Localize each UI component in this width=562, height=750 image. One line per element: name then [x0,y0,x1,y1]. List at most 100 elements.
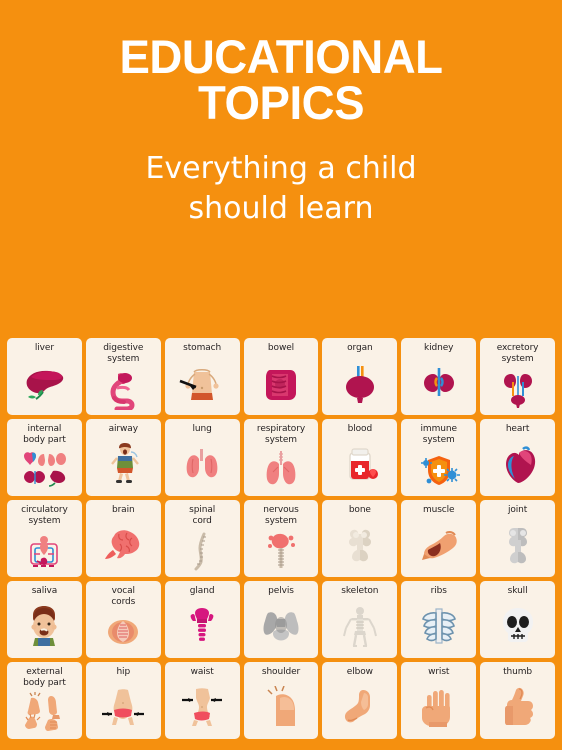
topic-card[interactable]: waist [164,662,240,739]
subtitle-line-1: Everything a child [145,151,417,187]
topic-card-label: immune system [420,424,457,445]
immune-system-icon [401,445,476,496]
blood-icon [322,435,397,496]
topic-card[interactable]: shoulder [243,662,319,739]
topic-card-label: heart [505,424,530,434]
topic-card[interactable]: hip [85,662,161,739]
topic-card[interactable]: spinal cord [164,500,240,577]
topic-card-label: waist [190,667,214,677]
topic-card[interactable]: organ [322,338,398,415]
joint-icon [480,516,555,577]
topic-card-label: saliva [31,586,58,596]
topic-card-label: nervous system [263,505,299,526]
saliva-icon [7,597,82,658]
muscle-icon [401,516,476,577]
topic-card-label: organ [347,343,373,353]
topic-card-label: shoulder [261,667,301,677]
topic-card[interactable]: pelvis [243,581,319,658]
kidney-icon [401,354,476,415]
topic-card[interactable]: gland [164,581,240,658]
respiratory-system-icon [244,445,319,496]
topic-card-label: gland [189,586,215,596]
topic-card[interactable]: external body part [7,662,82,739]
lung-icon [165,435,240,496]
topic-card-label: internal body part [23,424,66,445]
bowel-icon [244,354,319,415]
excretory-system-icon [480,364,555,415]
topic-card-label: circulatory system [21,505,68,526]
topic-card[interactable]: blood [322,419,398,496]
topic-card-label: brain [111,505,135,515]
topic-card-grid: liver digestive system stomach bowel organ ki… [7,338,555,739]
pelvis-icon [244,597,319,658]
ribs-icon [401,597,476,658]
topic-card[interactable]: skull [480,581,555,658]
topic-card[interactable]: saliva [7,581,82,658]
topic-card-label: skull [507,586,528,596]
topic-card-label: liver [34,343,54,353]
digestive-system-icon [86,364,161,415]
topic-card[interactable]: immune system [401,419,477,496]
topic-card[interactable]: wrist [401,662,477,739]
external-body-part-icon [7,688,82,739]
topic-card[interactable]: vocal cords [85,581,161,658]
circulatory-system-icon [7,526,82,577]
skeleton-icon [322,597,397,658]
topic-card-label: bone [348,505,371,515]
organ-bladder-icon [322,354,397,415]
topic-card[interactable]: ribs [401,581,477,658]
topic-card-label: thumb [503,667,533,677]
skull-icon [480,597,555,658]
topic-card[interactable]: stomach [164,338,240,415]
topic-card-label: kidney [424,343,454,353]
title-line-2: TOPICS [198,75,364,129]
topic-card-label: wrist [428,667,450,677]
topic-card[interactable]: elbow [322,662,398,739]
airway-icon [86,435,161,496]
subtitle-line-2: should learn [188,191,374,227]
educational-topics-poster: EDUCATIONAL TOPICS Everything a child sh… [0,0,562,750]
topic-card[interactable]: heart [480,419,555,496]
shoulder-icon [244,678,319,739]
topic-card[interactable]: bowel [243,338,319,415]
topic-card[interactable]: joint [480,500,555,577]
topic-card-label: ribs [430,586,447,596]
topic-card-label: pelvis [268,586,294,596]
topic-card[interactable]: brain [85,500,161,577]
topic-card[interactable]: liver [7,338,82,415]
brain-icon [86,516,161,577]
topic-card[interactable]: airway [85,419,161,496]
page-subtitle: Everything a child should learn [0,149,562,229]
topic-card[interactable]: bone [322,500,398,577]
topic-card[interactable]: lung [164,419,240,496]
topic-card-label: vocal cords [111,586,136,607]
topic-card-label: stomach [183,343,222,353]
topic-card-label: bowel [267,343,295,353]
internal-body-part-icon [7,445,82,496]
topic-card[interactable]: respiratory system [243,419,319,496]
topic-card[interactable]: excretory system [480,338,555,415]
topic-card[interactable]: circulatory system [7,500,82,577]
topic-card[interactable]: digestive system [85,338,161,415]
topic-card[interactable]: kidney [401,338,477,415]
topic-card-label: spinal cord [189,505,216,526]
nervous-system-icon [244,526,319,577]
topic-card-label: digestive system [103,343,144,364]
liver-icon [7,354,82,415]
bone-icon [322,516,397,577]
spinal-cord-icon [165,526,240,577]
topic-card[interactable]: muscle [401,500,477,577]
elbow-icon [322,678,397,739]
topic-card[interactable]: nervous system [243,500,319,577]
topic-card-label: excretory system [496,343,539,364]
hip-icon [86,678,161,739]
topic-card-label: elbow [346,667,373,677]
stomach-icon [165,354,240,415]
poster-header: EDUCATIONAL TOPICS Everything a child sh… [0,0,562,230]
topic-card-label: respiratory system [256,424,306,445]
topic-card-label: airway [108,424,138,434]
topic-card[interactable]: thumb [480,662,555,739]
topic-card[interactable]: skeleton [322,581,398,658]
topic-card-label: joint [507,505,528,515]
topic-card[interactable]: internal body part [7,419,82,496]
